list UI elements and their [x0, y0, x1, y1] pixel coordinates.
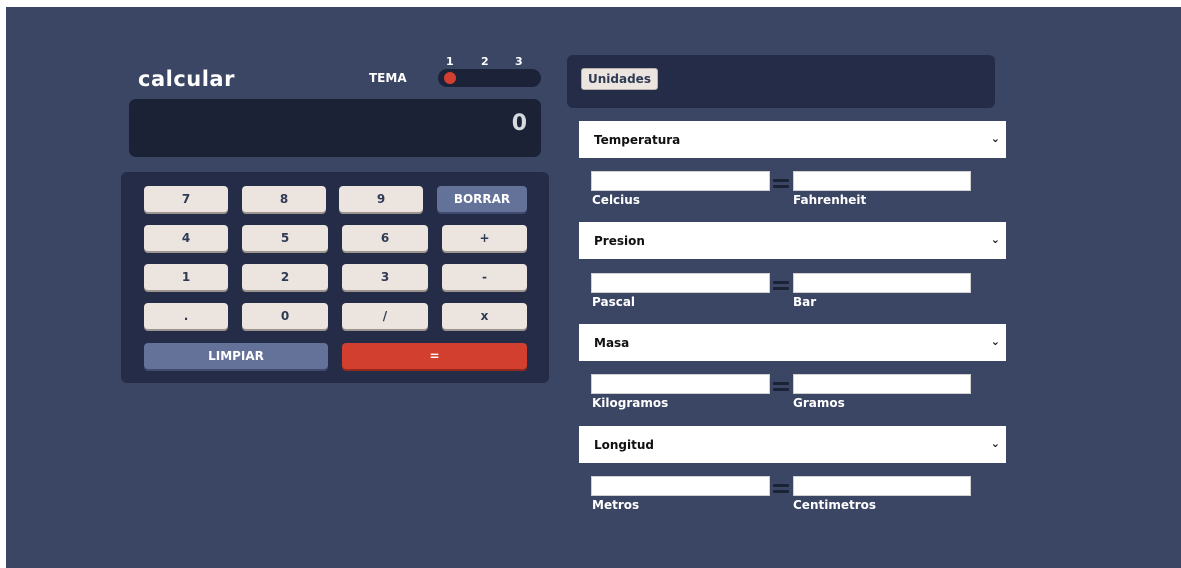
theme-options: 1 2 3: [446, 55, 526, 69]
key-plus[interactable]: +: [442, 225, 527, 251]
calculator-title: calcular: [138, 67, 235, 91]
unit-type-select-temperature[interactable]: Temperatura ⌄: [579, 121, 1006, 158]
chevron-down-icon: ⌄: [990, 233, 1000, 246]
select-value: Masa: [594, 335, 630, 350]
centimetros-input[interactable]: [793, 476, 971, 496]
delete-button[interactable]: BORRAR: [437, 186, 527, 212]
unit-type-select-mass[interactable]: Masa ⌄: [579, 324, 1006, 361]
units-button[interactable]: Unidades: [581, 68, 658, 90]
theme-option-1[interactable]: 1: [446, 55, 454, 68]
key-1[interactable]: 1: [144, 264, 228, 290]
gramos-label: Gramos: [793, 396, 845, 410]
bar-label: Bar: [793, 295, 817, 309]
chevron-down-icon: ⌄: [990, 335, 1000, 348]
fahrenheit-input[interactable]: [793, 171, 971, 191]
kilogramos-input[interactable]: [591, 374, 770, 394]
celcius-input[interactable]: [591, 171, 770, 191]
bar-input[interactable]: [793, 273, 971, 293]
theme-label: TEMA: [369, 71, 407, 85]
theme-option-2[interactable]: 2: [481, 55, 489, 68]
key-4[interactable]: 4: [144, 225, 228, 251]
key-7[interactable]: 7: [144, 186, 228, 212]
keypad: 7 8 9 BORRAR 4 5 6 + 1 2 3 - . 0 / x LIM…: [121, 172, 549, 383]
display-value: 0: [511, 111, 527, 136]
key-dot[interactable]: .: [144, 303, 228, 329]
calculator-display: 0: [129, 99, 541, 157]
pascal-label: Pascal: [592, 295, 636, 309]
theme-option-3[interactable]: 3: [515, 55, 523, 68]
metros-input[interactable]: [591, 476, 770, 496]
key-9[interactable]: 9: [339, 186, 423, 212]
kilogramos-label: Kilogramos: [592, 396, 669, 410]
equals-icon: [773, 179, 789, 191]
key-0[interactable]: 0: [242, 303, 328, 329]
centimetros-label: Centimetros: [793, 498, 877, 512]
key-8[interactable]: 8: [242, 186, 326, 212]
theme-toggle-knob[interactable]: [444, 72, 456, 84]
select-value: Longitud: [594, 437, 655, 452]
equals-icon: [773, 281, 789, 293]
metros-label: Metros: [592, 498, 640, 512]
pascal-input[interactable]: [591, 273, 770, 293]
key-minus[interactable]: -: [442, 264, 527, 290]
unit-type-select-length[interactable]: Longitud ⌄: [579, 426, 1006, 463]
chevron-down-icon: ⌄: [990, 132, 1000, 145]
key-5[interactable]: 5: [242, 225, 328, 251]
key-6[interactable]: 6: [342, 225, 428, 251]
units-bar: Unidades: [567, 55, 995, 108]
unit-type-select-pressure[interactable]: Presion ⌄: [579, 222, 1006, 259]
celcius-label: Celcius: [592, 193, 640, 207]
key-2[interactable]: 2: [242, 264, 328, 290]
equals-icon: [773, 484, 789, 496]
equals-icon: [773, 382, 789, 394]
select-value: Temperatura: [594, 132, 681, 147]
reset-button[interactable]: LIMPIAR: [144, 343, 328, 369]
key-divide[interactable]: /: [342, 303, 428, 329]
chevron-down-icon: ⌄: [990, 437, 1000, 450]
key-3[interactable]: 3: [342, 264, 428, 290]
key-multiply[interactable]: x: [442, 303, 527, 329]
theme-toggle[interactable]: [438, 69, 541, 87]
equals-button[interactable]: =: [342, 343, 527, 369]
select-value: Presion: [594, 233, 645, 248]
gramos-input[interactable]: [793, 374, 971, 394]
fahrenheit-label: Fahrenheit: [793, 193, 867, 207]
app-background: calcular TEMA 1 2 3 0 7 8 9 BORRAR 4 5 6…: [6, 7, 1181, 568]
